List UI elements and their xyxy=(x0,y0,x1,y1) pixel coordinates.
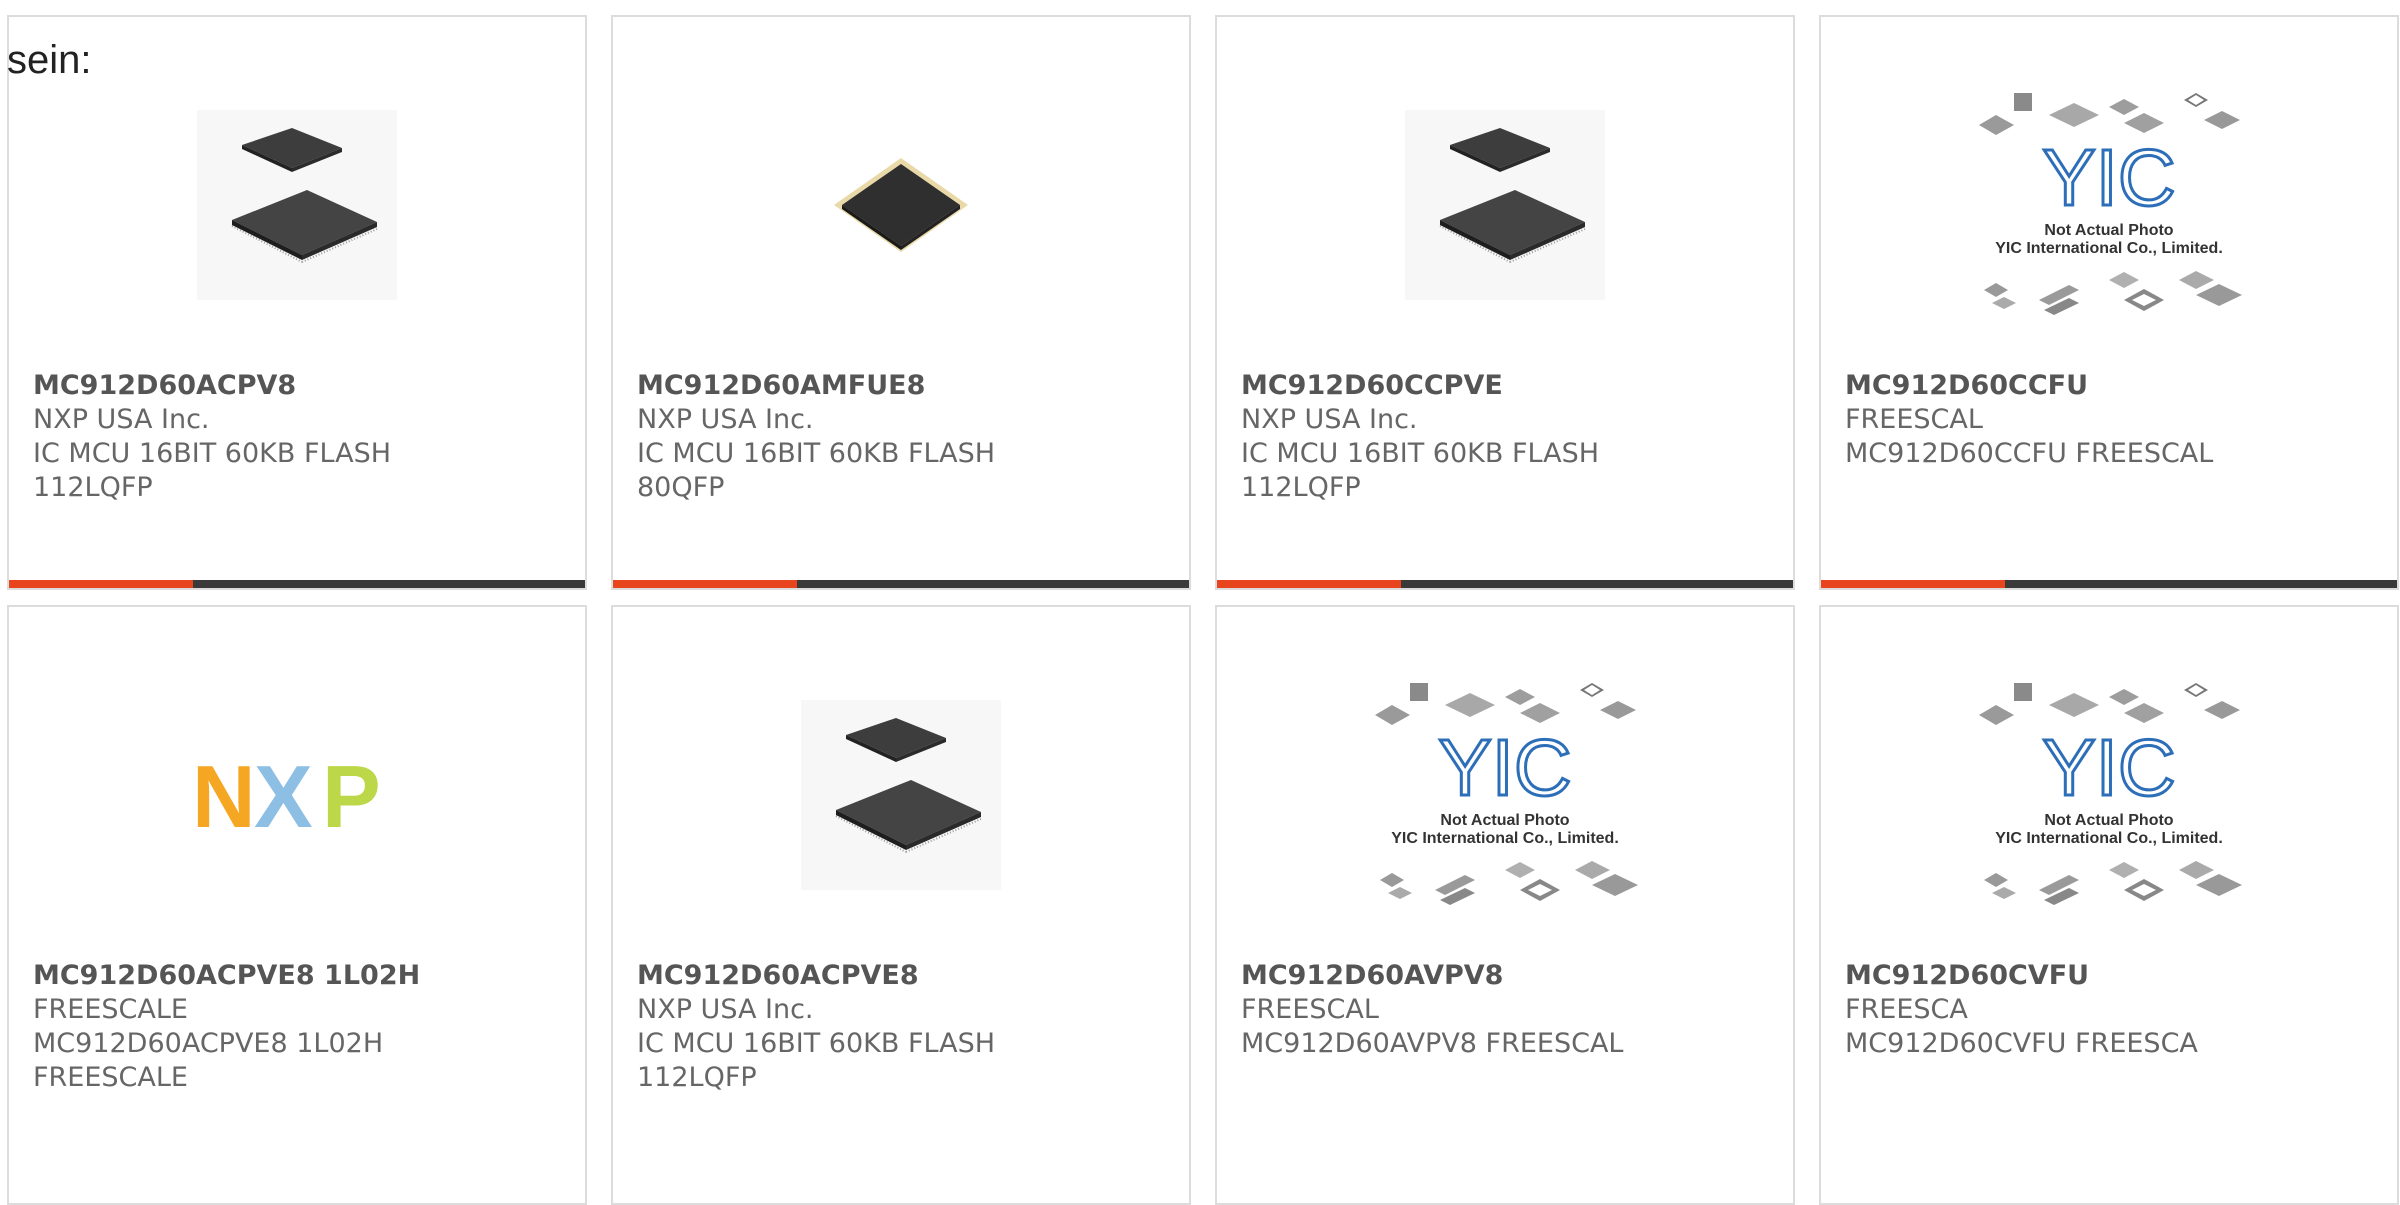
product-card[interactable]: MC912D60ACPV8 NXP USA Inc. IC MCU 16BIT 60… xyxy=(7,15,587,590)
svg-text:X: X xyxy=(254,755,313,835)
part-number[interactable]: MC912D60ACPV8 xyxy=(33,369,565,403)
manufacturer: FREESCAL xyxy=(1241,994,1379,1025)
yic-caption-2: YIC International Co., Limited. xyxy=(1995,830,2223,847)
product-image[interactable] xyxy=(613,95,1189,315)
product-info: MC912D60CCFU FREESCAL MC912D60CCFU FREESCA… xyxy=(1845,369,2377,471)
part-number[interactable]: MC912D60CCFU xyxy=(1845,369,2377,403)
part-number[interactable]: MC912D60AVPV8 xyxy=(1241,959,1773,993)
product-card[interactable]: MC912D60ACPVE8 NXP USA Inc. IC MCU 16BIT 6… xyxy=(611,605,1191,1205)
manufacturer: FREESCALE xyxy=(33,994,188,1025)
description-line: MC912D60AVPV8 FREESCAL xyxy=(1241,1028,1624,1059)
product-info: MC912D60CCPVE NXP USA Inc. IC MCU 16BIT 60… xyxy=(1241,369,1773,505)
description-line: MC912D60ACPVE8 1L02H xyxy=(33,1028,384,1059)
card-progress-accent xyxy=(613,580,798,588)
product-image[interactable] xyxy=(9,95,585,315)
description-line: IC MCU 16BIT 60KB FLASH xyxy=(1241,438,1600,469)
manufacturer: NXP USA Inc. xyxy=(33,404,210,435)
card-progress-bar xyxy=(1821,580,2397,588)
manufacturer: FREESCAL xyxy=(1845,404,1983,435)
description-line: 112LQFP xyxy=(33,472,153,503)
yic-placeholder-image: YIC Not Actual Photo YIC International C… xyxy=(1375,683,1638,905)
product-info: MC912D60ACPVE8 1L02H FREESCALE MC912D60ACP… xyxy=(33,959,565,1095)
card-progress-accent xyxy=(1217,580,1402,588)
description-line: 112LQFP xyxy=(1241,472,1361,503)
yic-caption-1: Not Actual Photo xyxy=(1440,812,1569,829)
yic-placeholder-image: YIC Not Actual Photo YIC International C… xyxy=(1979,93,2242,315)
part-number[interactable]: MC912D60CVFU xyxy=(1845,959,2377,993)
product-card[interactable]: MC912D60CCPVE NXP USA Inc. IC MCU 16BIT 60… xyxy=(1215,15,1795,590)
chip-pair-image xyxy=(801,700,1001,890)
yic-logo: YIC xyxy=(2042,133,2175,222)
product-image[interactable] xyxy=(613,685,1189,905)
yic-caption-2: YIC International Co., Limited. xyxy=(1391,830,1619,847)
svg-text:P: P xyxy=(322,755,381,835)
product-info: MC912D60ACPV8 NXP USA Inc. IC MCU 16BIT 60… xyxy=(33,369,565,505)
chip-single-image xyxy=(834,158,968,252)
product-card[interactable]: MC912D60AMFUE8 NXP USA Inc. IC MCU 16BIT 6… xyxy=(611,15,1191,590)
manufacturer: NXP USA Inc. xyxy=(637,994,814,1025)
yic-logo: YIC xyxy=(1438,723,1571,812)
card-progress-accent xyxy=(9,580,194,588)
yic-caption-1: Not Actual Photo xyxy=(2044,812,2173,829)
card-progress-accent xyxy=(1821,580,2006,588)
product-image[interactable]: YIC Not Actual Photo YIC International C… xyxy=(1821,683,2397,905)
description-line: IC MCU 16BIT 60KB FLASH xyxy=(637,438,996,469)
product-image[interactable]: YIC Not Actual Photo YIC International C… xyxy=(1821,93,2397,315)
product-card[interactable]: YIC Not Actual Photo YIC International C… xyxy=(1819,15,2399,590)
product-card[interactable]: YIC Not Actual Photo YIC International C… xyxy=(1819,605,2399,1205)
yic-caption-2: YIC International Co., Limited. xyxy=(1995,240,2223,257)
description-line: MC912D60CCFU FREESCAL xyxy=(1845,438,2214,469)
card-progress-bar xyxy=(1217,580,1793,588)
product-image[interactable]: YIC Not Actual Photo YIC International C… xyxy=(1217,683,1793,905)
part-number[interactable]: MC912D60AMFUE8 xyxy=(637,369,1169,403)
description-line: 80QFP xyxy=(637,472,725,503)
manufacturer: FREESCA xyxy=(1845,994,1968,1025)
product-card[interactable]: N X P MC912D60ACPVE8 1L02H FREESCALE MC912… xyxy=(7,605,587,1205)
description-line: MC912D60CVFU FREESCA xyxy=(1845,1028,2198,1059)
part-number[interactable]: MC912D60ACPVE8 1L02H xyxy=(33,959,565,993)
nxp-logo-image: N X P xyxy=(192,755,381,835)
description-line: IC MCU 16BIT 60KB FLASH xyxy=(637,1028,996,1059)
product-card[interactable]: YIC Not Actual Photo YIC International C… xyxy=(1215,605,1795,1205)
product-image[interactable] xyxy=(1217,95,1793,315)
product-info: MC912D60AVPV8 FREESCAL MC912D60AVPV8 FREES… xyxy=(1241,959,1773,1061)
card-progress-bar xyxy=(9,580,585,588)
chip-pair-image xyxy=(1405,110,1605,300)
description-line: 112LQFP xyxy=(637,1062,757,1093)
intro-text: sein: xyxy=(7,38,92,82)
yic-caption-1: Not Actual Photo xyxy=(2044,222,2173,239)
product-image[interactable]: N X P xyxy=(9,685,585,905)
yic-placeholder-image: YIC Not Actual Photo YIC International C… xyxy=(1979,683,2242,905)
product-info: MC912D60AMFUE8 NXP USA Inc. IC MCU 16BIT 6… xyxy=(637,369,1169,505)
product-info: MC912D60ACPVE8 NXP USA Inc. IC MCU 16BIT 6… xyxy=(637,959,1169,1095)
description-line: IC MCU 16BIT 60KB FLASH xyxy=(33,438,392,469)
card-progress-bar xyxy=(613,580,1189,588)
svg-text:N: N xyxy=(192,755,256,835)
part-number[interactable]: MC912D60CCPVE xyxy=(1241,369,1773,403)
product-info: MC912D60CVFU FREESCA MC912D60CVFU FREESCA xyxy=(1845,959,2377,1061)
description-line: FREESCALE xyxy=(33,1062,188,1093)
chip-pair-image xyxy=(197,110,397,300)
manufacturer: NXP USA Inc. xyxy=(1241,404,1418,435)
part-number[interactable]: MC912D60ACPVE8 xyxy=(637,959,1169,993)
yic-logo: YIC xyxy=(2042,723,2175,812)
manufacturer: NXP USA Inc. xyxy=(637,404,814,435)
